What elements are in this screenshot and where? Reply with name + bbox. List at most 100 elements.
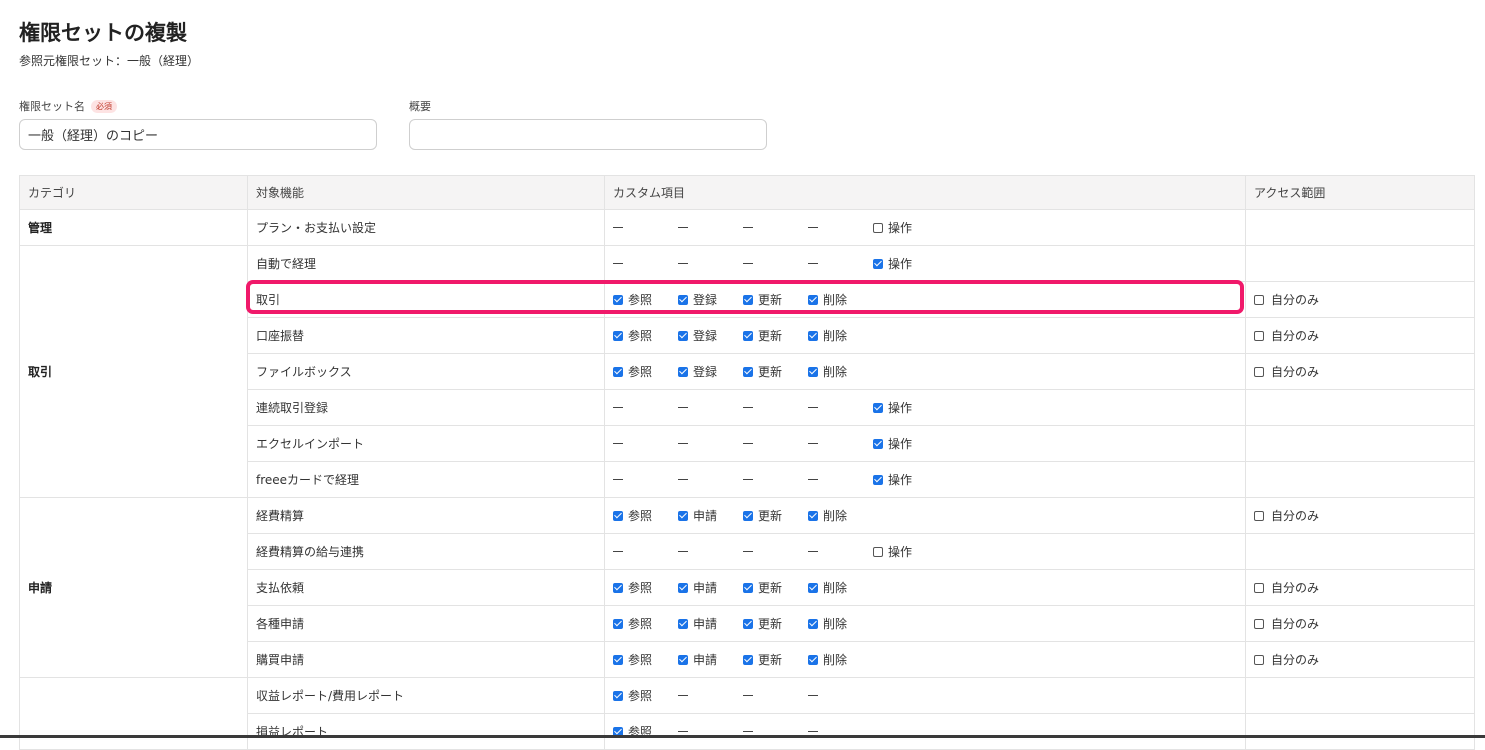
dash xyxy=(678,407,688,408)
self-only-checkbox[interactable] xyxy=(1254,654,1264,665)
view-checkbox[interactable] xyxy=(613,654,623,665)
delete-checkbox[interactable] xyxy=(808,654,818,665)
self-only-checkbox[interactable] xyxy=(1254,294,1264,305)
name-label-text: 権限セット名 xyxy=(19,100,85,113)
apply-checkbox[interactable] xyxy=(678,510,688,521)
feature-cell: 自動で経理 xyxy=(247,245,605,282)
custom-cell: 参照 申請 更新 削除 xyxy=(604,605,1246,642)
dash xyxy=(613,479,623,480)
empty-cell xyxy=(808,227,873,228)
dash xyxy=(678,731,688,732)
access-cell xyxy=(1245,461,1475,498)
view-checkbox[interactable] xyxy=(613,294,623,305)
delete-checkbox[interactable] xyxy=(808,582,818,593)
view-checkbox[interactable] xyxy=(613,618,623,629)
access-cell xyxy=(1245,245,1475,282)
access-cell: 自分のみ xyxy=(1245,641,1475,678)
feature-cell: 購買申請 xyxy=(247,641,605,678)
register-checkbox[interactable] xyxy=(678,366,688,377)
update-option: 更新 xyxy=(743,507,808,524)
register-checkbox[interactable] xyxy=(678,294,688,305)
view-checkbox[interactable] xyxy=(613,690,623,701)
custom-cell: 参照 申請 更新 削除 xyxy=(604,641,1246,678)
view-option: 参照 xyxy=(613,687,678,704)
delete-option: 削除 xyxy=(808,291,873,308)
update-checkbox[interactable] xyxy=(743,654,753,665)
apply-checkbox[interactable] xyxy=(678,654,688,665)
custom-cell: 操作 xyxy=(604,533,1246,570)
empty-cell xyxy=(743,479,808,480)
empty-cell xyxy=(613,551,678,552)
register-checkbox[interactable] xyxy=(678,330,688,341)
operation-checkbox[interactable] xyxy=(873,474,883,485)
view-checkbox[interactable] xyxy=(613,510,623,521)
self-only-label: 自分のみ xyxy=(1271,329,1320,343)
apply-label: 申請 xyxy=(693,653,718,667)
operation-checkbox[interactable] xyxy=(873,402,883,413)
view-checkbox[interactable] xyxy=(613,366,623,377)
delete-checkbox[interactable] xyxy=(808,510,818,521)
custom-cell: 参照 申請 更新 削除 xyxy=(604,497,1246,534)
dash xyxy=(678,551,688,552)
permission-set-name-input[interactable] xyxy=(19,119,377,150)
self-only-checkbox[interactable] xyxy=(1254,510,1264,521)
dash xyxy=(678,695,688,696)
feature-cell: 経費精算の給与連携 xyxy=(247,533,605,570)
empty-cell xyxy=(808,407,873,408)
update-label: 更新 xyxy=(758,365,783,379)
empty-cell xyxy=(678,443,743,444)
update-checkbox[interactable] xyxy=(743,366,753,377)
self-only-checkbox[interactable] xyxy=(1254,618,1264,629)
feature-cell: 支払依頼 xyxy=(247,569,605,606)
delete-checkbox[interactable] xyxy=(808,366,818,377)
apply-checkbox[interactable] xyxy=(678,582,688,593)
self-only-checkbox[interactable] xyxy=(1254,582,1264,593)
delete-label: 削除 xyxy=(823,617,848,631)
update-checkbox[interactable] xyxy=(743,330,753,341)
delete-label: 削除 xyxy=(823,365,848,379)
view-checkbox[interactable] xyxy=(613,582,623,593)
update-checkbox[interactable] xyxy=(743,510,753,521)
dash xyxy=(743,551,753,552)
dash xyxy=(808,443,818,444)
self-only-label: 自分のみ xyxy=(1271,617,1320,631)
operation-checkbox[interactable] xyxy=(873,258,883,269)
category-cell: 管理 xyxy=(19,209,248,246)
access-cell xyxy=(1245,389,1475,426)
operation-label: 操作 xyxy=(888,437,913,451)
view-checkbox[interactable] xyxy=(613,330,623,341)
access-cell: 自分のみ xyxy=(1245,353,1475,390)
update-option: 更新 xyxy=(743,579,808,596)
delete-checkbox[interactable] xyxy=(808,294,818,305)
apply-label: 申請 xyxy=(693,617,718,631)
register-option: 登録 xyxy=(678,363,743,380)
delete-option: 削除 xyxy=(808,651,873,668)
view-option: 参照 xyxy=(613,327,678,344)
delete-checkbox[interactable] xyxy=(808,618,818,629)
operation-checkbox[interactable] xyxy=(873,222,883,233)
update-checkbox[interactable] xyxy=(743,294,753,305)
update-checkbox[interactable] xyxy=(743,618,753,629)
apply-checkbox[interactable] xyxy=(678,618,688,629)
table-header-row: カテゴリ 対象機能 カスタム項目 アクセス範囲 xyxy=(19,175,1475,210)
view-option: 参照 xyxy=(613,579,678,596)
summary-input[interactable] xyxy=(409,119,767,150)
operation-checkbox[interactable] xyxy=(873,546,883,557)
access-cell xyxy=(1245,533,1475,570)
dash xyxy=(678,443,688,444)
self-only-checkbox[interactable] xyxy=(1254,366,1264,377)
view-option: 参照 xyxy=(613,651,678,668)
view-label: 参照 xyxy=(628,653,653,667)
self-only-checkbox[interactable] xyxy=(1254,330,1264,341)
update-checkbox[interactable] xyxy=(743,582,753,593)
empty-cell xyxy=(613,227,678,228)
empty-cell xyxy=(678,695,743,696)
operation-checkbox[interactable] xyxy=(873,438,883,449)
table-row: 収益レポート/費用レポート 参照 xyxy=(19,677,1475,750)
apply-label: 申請 xyxy=(693,581,718,595)
custom-cell: 操作 xyxy=(604,209,1246,246)
dash xyxy=(743,443,753,444)
table-row: 取引 自動で経理 操作 xyxy=(19,245,1475,498)
delete-checkbox[interactable] xyxy=(808,330,818,341)
view-label: 参照 xyxy=(628,581,653,595)
